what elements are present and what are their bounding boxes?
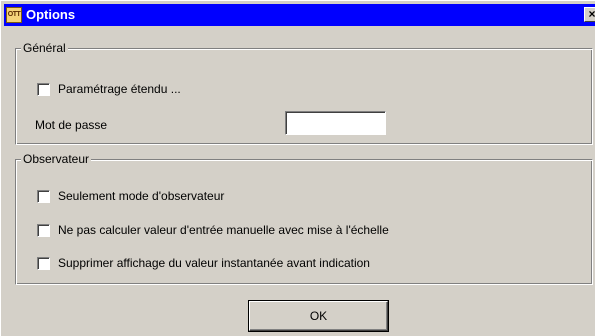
- password-label: Mot de passe: [35, 118, 108, 132]
- suppress-instant-value-label[interactable]: Supprimer affichage du valeur instantané…: [58, 256, 370, 270]
- extended-settings-label[interactable]: Paramétrage étendu ...: [58, 82, 181, 96]
- no-manual-scaling-checkbox[interactable]: [37, 224, 50, 237]
- ok-button[interactable]: OK: [249, 301, 388, 331]
- extended-settings-checkbox[interactable]: [37, 83, 50, 96]
- general-group-label: Général: [21, 41, 68, 55]
- password-input[interactable]: [285, 111, 386, 135]
- close-icon: ×: [588, 7, 595, 21]
- no-manual-scaling-label[interactable]: Ne pas calculer valeur d'entrée manuelle…: [58, 223, 389, 237]
- dialog-title: Options: [26, 7, 76, 22]
- observer-only-checkbox[interactable]: [37, 190, 50, 203]
- options-dialog: OTT Options × Général Paramétrage étendu…: [0, 0, 595, 336]
- app-icon: OTT: [6, 7, 22, 23]
- observer-group-label: Observateur: [21, 152, 92, 166]
- suppress-instant-value-checkbox[interactable]: [37, 257, 50, 270]
- observer-only-label[interactable]: Seulement mode d'observateur: [58, 189, 224, 203]
- title-bar[interactable]: OTT Options ×: [4, 4, 595, 26]
- close-button[interactable]: ×: [584, 7, 595, 22]
